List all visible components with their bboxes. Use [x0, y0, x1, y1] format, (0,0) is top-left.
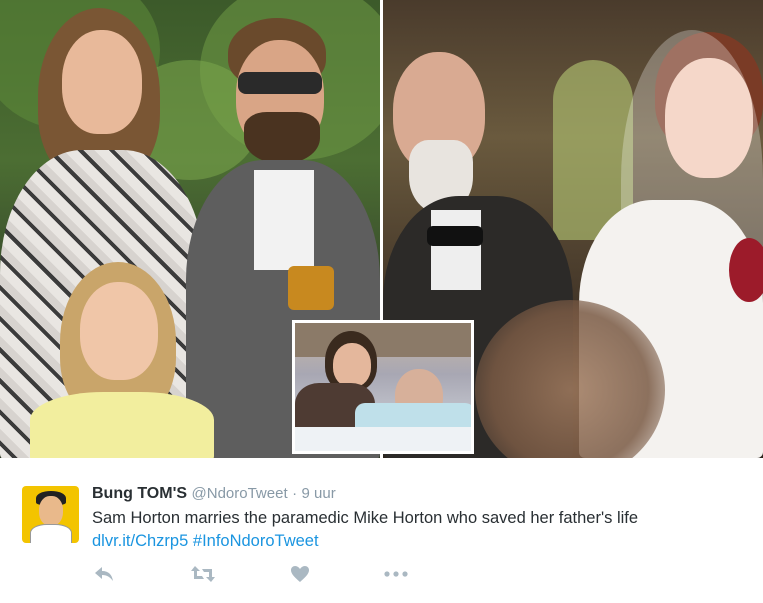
- reply-icon: [95, 567, 113, 581]
- retweet-button[interactable]: [189, 560, 217, 588]
- shirt: [431, 210, 481, 290]
- person-face: [333, 343, 371, 387]
- tweet-card: Bung TOM'S @NdoroTweet · 9 uur Sam Horto…: [0, 0, 763, 603]
- author-avatar[interactable]: [22, 486, 79, 543]
- tweet-timestamp[interactable]: 9 uur: [302, 485, 336, 502]
- flower-bouquet: [729, 238, 763, 302]
- heart-icon: [291, 566, 309, 582]
- person-face: [80, 282, 158, 380]
- person-top: [30, 392, 214, 458]
- hospital-wall: [295, 323, 471, 357]
- more-icon: [384, 571, 408, 577]
- shirt: [254, 170, 314, 270]
- tweet-url-link[interactable]: dlvr.it/Chzrp5: [92, 532, 188, 550]
- tweet-links: dlvr.it/Chzrp5 #InfoNdoroTweet: [92, 530, 752, 553]
- tweet-header: Bung TOM'S @NdoroTweet · 9 uur: [92, 484, 336, 504]
- tweet-text: Sam Horton marries the paramedic Mike Ho…: [92, 507, 752, 553]
- tweet-actions: [0, 560, 763, 588]
- tweet-body: Sam Horton marries the paramedic Mike Ho…: [92, 509, 639, 527]
- author-handle[interactable]: @NdoroTweet: [192, 485, 288, 502]
- avatar-body: [30, 524, 72, 543]
- bed-sheet: [295, 427, 471, 451]
- author-display-name[interactable]: Bung TOM'S: [92, 485, 187, 502]
- beer-glass: [288, 266, 334, 310]
- hashtag-link[interactable]: #InfoNdoroTweet: [193, 532, 319, 550]
- like-button[interactable]: [286, 560, 314, 588]
- more-button[interactable]: [382, 560, 410, 588]
- inset-photo-hospital[interactable]: [292, 320, 474, 454]
- retweet-icon: [191, 566, 215, 582]
- avatar-face: [39, 496, 63, 526]
- person-face: [62, 30, 142, 134]
- bow-tie: [427, 226, 483, 246]
- reply-button[interactable]: [90, 560, 118, 588]
- header-separator: ·: [292, 485, 298, 502]
- tweet-media[interactable]: [0, 0, 763, 458]
- sunglasses: [238, 72, 322, 94]
- beard: [244, 112, 320, 164]
